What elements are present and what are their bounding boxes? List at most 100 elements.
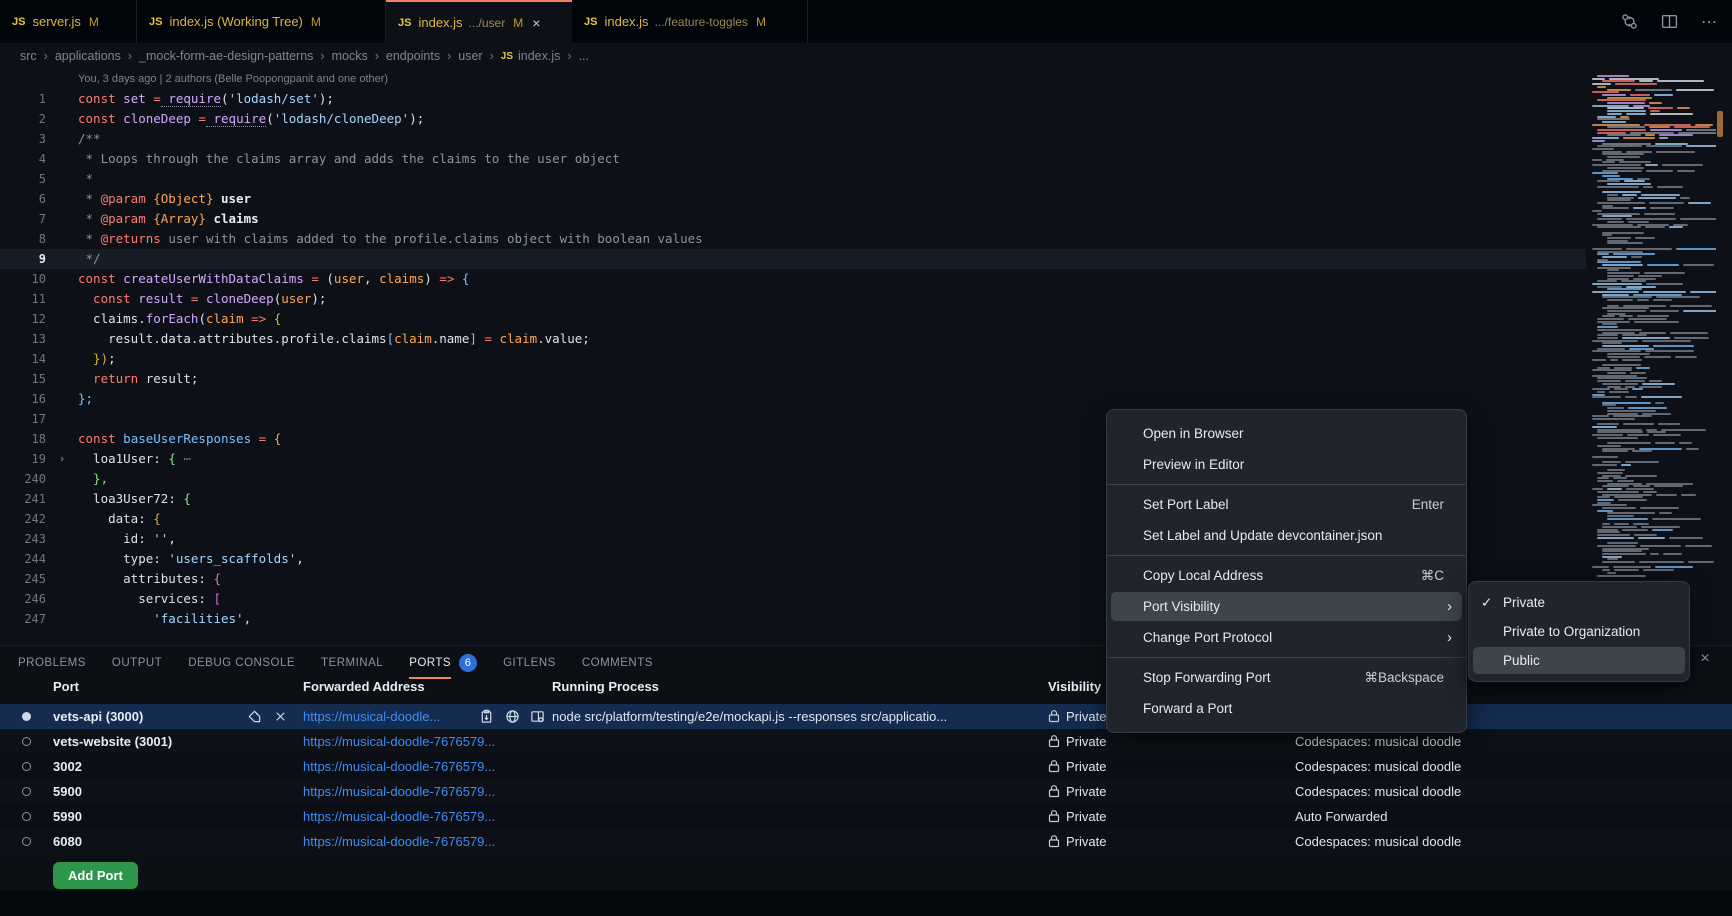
- visibility-value: Private: [1066, 729, 1106, 754]
- port-status-dot: [22, 812, 31, 821]
- submenu-arrow-icon: ›: [1447, 591, 1452, 622]
- breadcrumb-item[interactable]: src: [20, 49, 37, 63]
- scrollbar-slider[interactable]: [1717, 111, 1723, 137]
- javascript-file-icon: JS: [149, 16, 162, 28]
- tab-index.js-3[interactable]: JSindex.js.../feature-togglesM: [572, 0, 808, 43]
- breadcrumb-separator: ›: [567, 49, 571, 63]
- gutter: [46, 269, 78, 289]
- forwarded-address-link[interactable]: https://musical-doodle-7676579...: [303, 779, 495, 804]
- gutter: [46, 469, 78, 489]
- breadcrumb-tail[interactable]: ...: [579, 49, 589, 63]
- submenu-item-public[interactable]: Public: [1469, 646, 1689, 675]
- panel-tab-output[interactable]: OUTPUT: [112, 646, 162, 679]
- breadcrumb[interactable]: src › applications › _mock-form-ae-design-pa…: [0, 43, 1732, 69]
- copy-icon[interactable]: [478, 708, 495, 725]
- editor-tab-bar: JSserver.jsMJSindex.js (Working Tree)MJS…: [0, 0, 1732, 43]
- port-row-vets-website-3001-[interactable]: vets-website (3001)https://musical-doodl…: [0, 729, 1732, 754]
- add-port-button[interactable]: Add Port: [53, 862, 138, 889]
- gutter: [46, 309, 78, 329]
- port-row-vets-api-3000-[interactable]: vets-api (3000)https://musical-doodle...…: [0, 704, 1732, 729]
- split-editor-icon[interactable]: [1660, 13, 1678, 31]
- gutter: [46, 489, 78, 509]
- menu-item-preview-in-editor[interactable]: Preview in Editor: [1107, 449, 1466, 480]
- gutter: [46, 169, 78, 189]
- line-number: 243: [0, 529, 46, 549]
- line-number: 246: [0, 589, 46, 609]
- tab-index.js-1[interactable]: JSindex.js (Working Tree)M: [137, 0, 386, 43]
- panel-bottom-strip: [0, 891, 1732, 916]
- close-icon[interactable]: ×: [1696, 650, 1714, 668]
- gutter: [46, 569, 78, 589]
- lock-icon: [1048, 809, 1060, 823]
- breadcrumb-separator: ›: [44, 49, 48, 63]
- breadcrumb-item[interactable]: applications: [55, 49, 121, 63]
- tag-icon[interactable]: [246, 708, 263, 725]
- breadcrumb-file[interactable]: index.js: [518, 49, 560, 63]
- breadcrumb-item[interactable]: _mock-form-ae-design-patterns: [139, 49, 313, 63]
- close-tab-icon[interactable]: ×: [532, 15, 540, 31]
- code-line-16: 16};: [0, 389, 1586, 409]
- preview-icon[interactable]: [529, 708, 546, 725]
- menu-item-stop-forwarding-port[interactable]: Stop Forwarding Port⌘Backspace: [1107, 662, 1466, 693]
- panel-tab-comments[interactable]: COMMENTS: [582, 646, 653, 679]
- port-row-5900[interactable]: 5900https://musical-doodle-7676579...Pri…: [0, 779, 1732, 804]
- code-line-3: 3/**: [0, 129, 1586, 149]
- close-icon[interactable]: [272, 708, 289, 725]
- javascript-file-icon: JS: [584, 16, 597, 28]
- breadcrumb-separator: ›: [490, 49, 494, 63]
- visibility-value: Private: [1066, 779, 1106, 804]
- origin-value: Codespaces: musical doodle: [1295, 829, 1461, 854]
- menu-item-port-visibility[interactable]: Port Visibility›: [1107, 591, 1466, 622]
- line-number: 242: [0, 509, 46, 529]
- submenu-item-private[interactable]: ✓Private: [1469, 588, 1689, 617]
- menu-item-set-label-and-update-devcontainer-json[interactable]: Set Label and Update devcontainer.json: [1107, 520, 1466, 551]
- globe-icon[interactable]: [504, 708, 521, 725]
- gutter: [46, 209, 78, 229]
- tab-index.js-2[interactable]: JSindex.js.../userM×: [386, 0, 572, 43]
- port-status-dot: [22, 762, 31, 771]
- line-number: 247: [0, 609, 46, 629]
- fold-chevron-icon[interactable]: ›: [46, 449, 78, 469]
- more-actions-icon[interactable]: ⋯: [1700, 13, 1718, 31]
- modified-badge: M: [311, 15, 321, 29]
- gutter: [46, 189, 78, 209]
- panel-tab-problems[interactable]: PROBLEMS: [18, 646, 86, 679]
- gutter: [46, 409, 78, 429]
- column-header-running-process: Running Process: [552, 679, 659, 694]
- javascript-file-icon: JS: [12, 16, 25, 28]
- port-row-3002[interactable]: 3002https://musical-doodle-7676579...Pri…: [0, 754, 1732, 779]
- minimap[interactable]: [1588, 75, 1716, 595]
- menu-item-set-port-label[interactable]: Set Port LabelEnter: [1107, 489, 1466, 520]
- forwarded-address-link[interactable]: https://musical-doodle-7676579...: [303, 754, 495, 779]
- port-status-dot: [22, 837, 31, 846]
- breadcrumb-item[interactable]: user: [458, 49, 482, 63]
- menu-item-copy-local-address[interactable]: Copy Local Address⌘C: [1107, 560, 1466, 591]
- code-line-14: 14 });: [0, 349, 1586, 369]
- breadcrumb-separator: ›: [447, 49, 451, 63]
- forwarded-address-link[interactable]: https://musical-doodle-7676579...: [303, 804, 495, 829]
- menu-item-change-port-protocol[interactable]: Change Port Protocol›: [1107, 622, 1466, 653]
- panel-tab-ports[interactable]: PORTS6: [409, 646, 477, 679]
- tab-server.js-0[interactable]: JSserver.jsM: [0, 0, 137, 43]
- menu-item-forward-a-port[interactable]: Forward a Port: [1107, 693, 1466, 724]
- menu-item-open-in-browser[interactable]: Open in Browser: [1107, 418, 1466, 449]
- forwarded-address-link[interactable]: https://musical-doodle...: [303, 704, 440, 729]
- code-line-7: 7 * @param {Array} claims: [0, 209, 1586, 229]
- scrollbar-track[interactable]: [1716, 69, 1725, 645]
- forwarded-address-link[interactable]: https://musical-doodle-7676579...: [303, 829, 495, 854]
- running-process: node src/platform/testing/e2e/mockapi.js…: [552, 704, 1038, 729]
- port-row-6080[interactable]: 6080https://musical-doodle-7676579...Pri…: [0, 829, 1732, 854]
- breadcrumb-item[interactable]: mocks: [332, 49, 368, 63]
- panel-tab-debug-console[interactable]: DEBUG CONSOLE: [188, 646, 295, 679]
- ports-table: vets-api (3000)https://musical-doodle...…: [0, 704, 1732, 854]
- panel-tab-gitlens[interactable]: GITLENS: [503, 646, 556, 679]
- panel-tab-terminal[interactable]: TERMINAL: [321, 646, 383, 679]
- forwarded-address-link[interactable]: https://musical-doodle-7676579...: [303, 729, 495, 754]
- breadcrumb-item[interactable]: endpoints: [386, 49, 440, 63]
- line-number: 7: [0, 209, 46, 229]
- gutter: [46, 549, 78, 569]
- port-row-5990[interactable]: 5990https://musical-doodle-7676579...Pri…: [0, 804, 1732, 829]
- submenu-item-private-to-organization[interactable]: Private to Organization: [1469, 617, 1689, 646]
- git-compare-icon[interactable]: [1620, 13, 1638, 31]
- line-number: 4: [0, 149, 46, 169]
